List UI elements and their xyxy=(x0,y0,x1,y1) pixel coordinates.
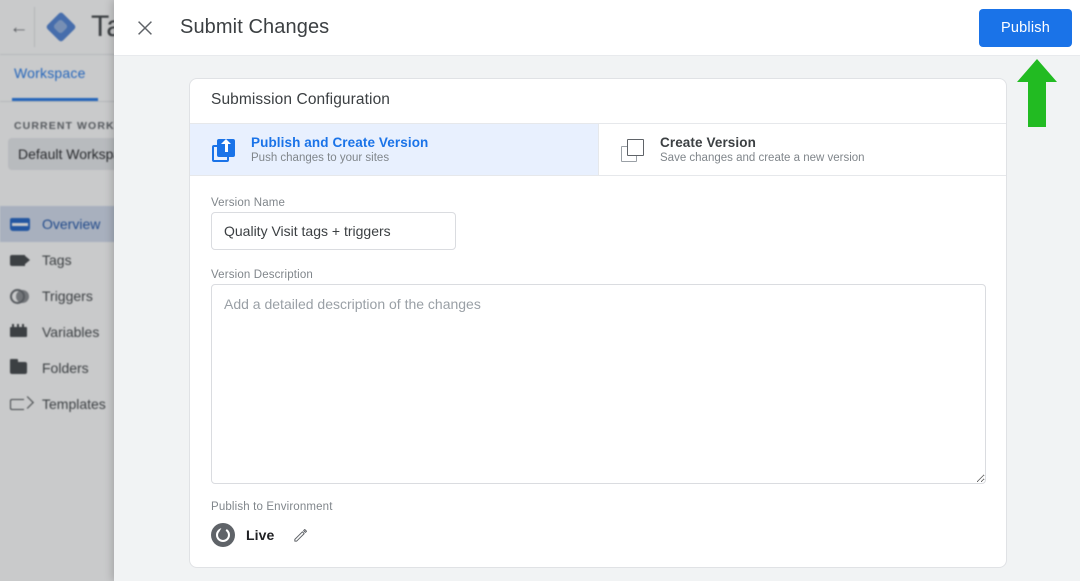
environment-row: Live xyxy=(211,521,310,549)
card-title: Submission Configuration xyxy=(211,91,391,108)
publish-to-environment-label: Publish to Environment xyxy=(211,501,333,513)
version-name-input[interactable] xyxy=(211,212,456,250)
version-name-label: Version Name xyxy=(211,197,286,209)
dialog-header: Submit Changes Publish xyxy=(114,0,1080,56)
option-subtitle: Push changes to your sites xyxy=(251,151,390,164)
submit-changes-dialog: Submit Changes Publish Submission Config… xyxy=(114,0,1080,581)
environment-globe-icon xyxy=(211,523,235,547)
submission-configuration-card: Submission Configuration Publish and Cre… xyxy=(189,78,1007,568)
create-version-icon xyxy=(618,137,654,163)
option-create-version[interactable]: Create Version Save changes and create a… xyxy=(598,124,1006,175)
version-description-label: Version Description xyxy=(211,269,313,281)
option-publish-and-create-version[interactable]: Publish and Create Version Push changes … xyxy=(190,124,598,175)
screen-root: ← Tag Workspace CURRENT WORKSPACE Defaul… xyxy=(0,0,1080,581)
option-subtitle: Save changes and create a new version xyxy=(660,151,865,164)
publish-and-create-version-icon xyxy=(209,137,245,163)
dialog-body: Submission Configuration Publish and Cre… xyxy=(114,56,1080,581)
pencil-edit-icon[interactable] xyxy=(290,525,310,545)
close-icon[interactable] xyxy=(125,8,165,48)
environment-name: Live xyxy=(246,527,275,543)
dialog-title: Submit Changes xyxy=(180,16,330,38)
option-title: Publish and Create Version xyxy=(251,134,429,150)
version-description-input[interactable] xyxy=(211,284,986,484)
publish-button[interactable]: Publish xyxy=(979,9,1072,47)
submission-type-options: Publish and Create Version Push changes … xyxy=(190,123,1006,176)
option-title: Create Version xyxy=(660,134,756,150)
